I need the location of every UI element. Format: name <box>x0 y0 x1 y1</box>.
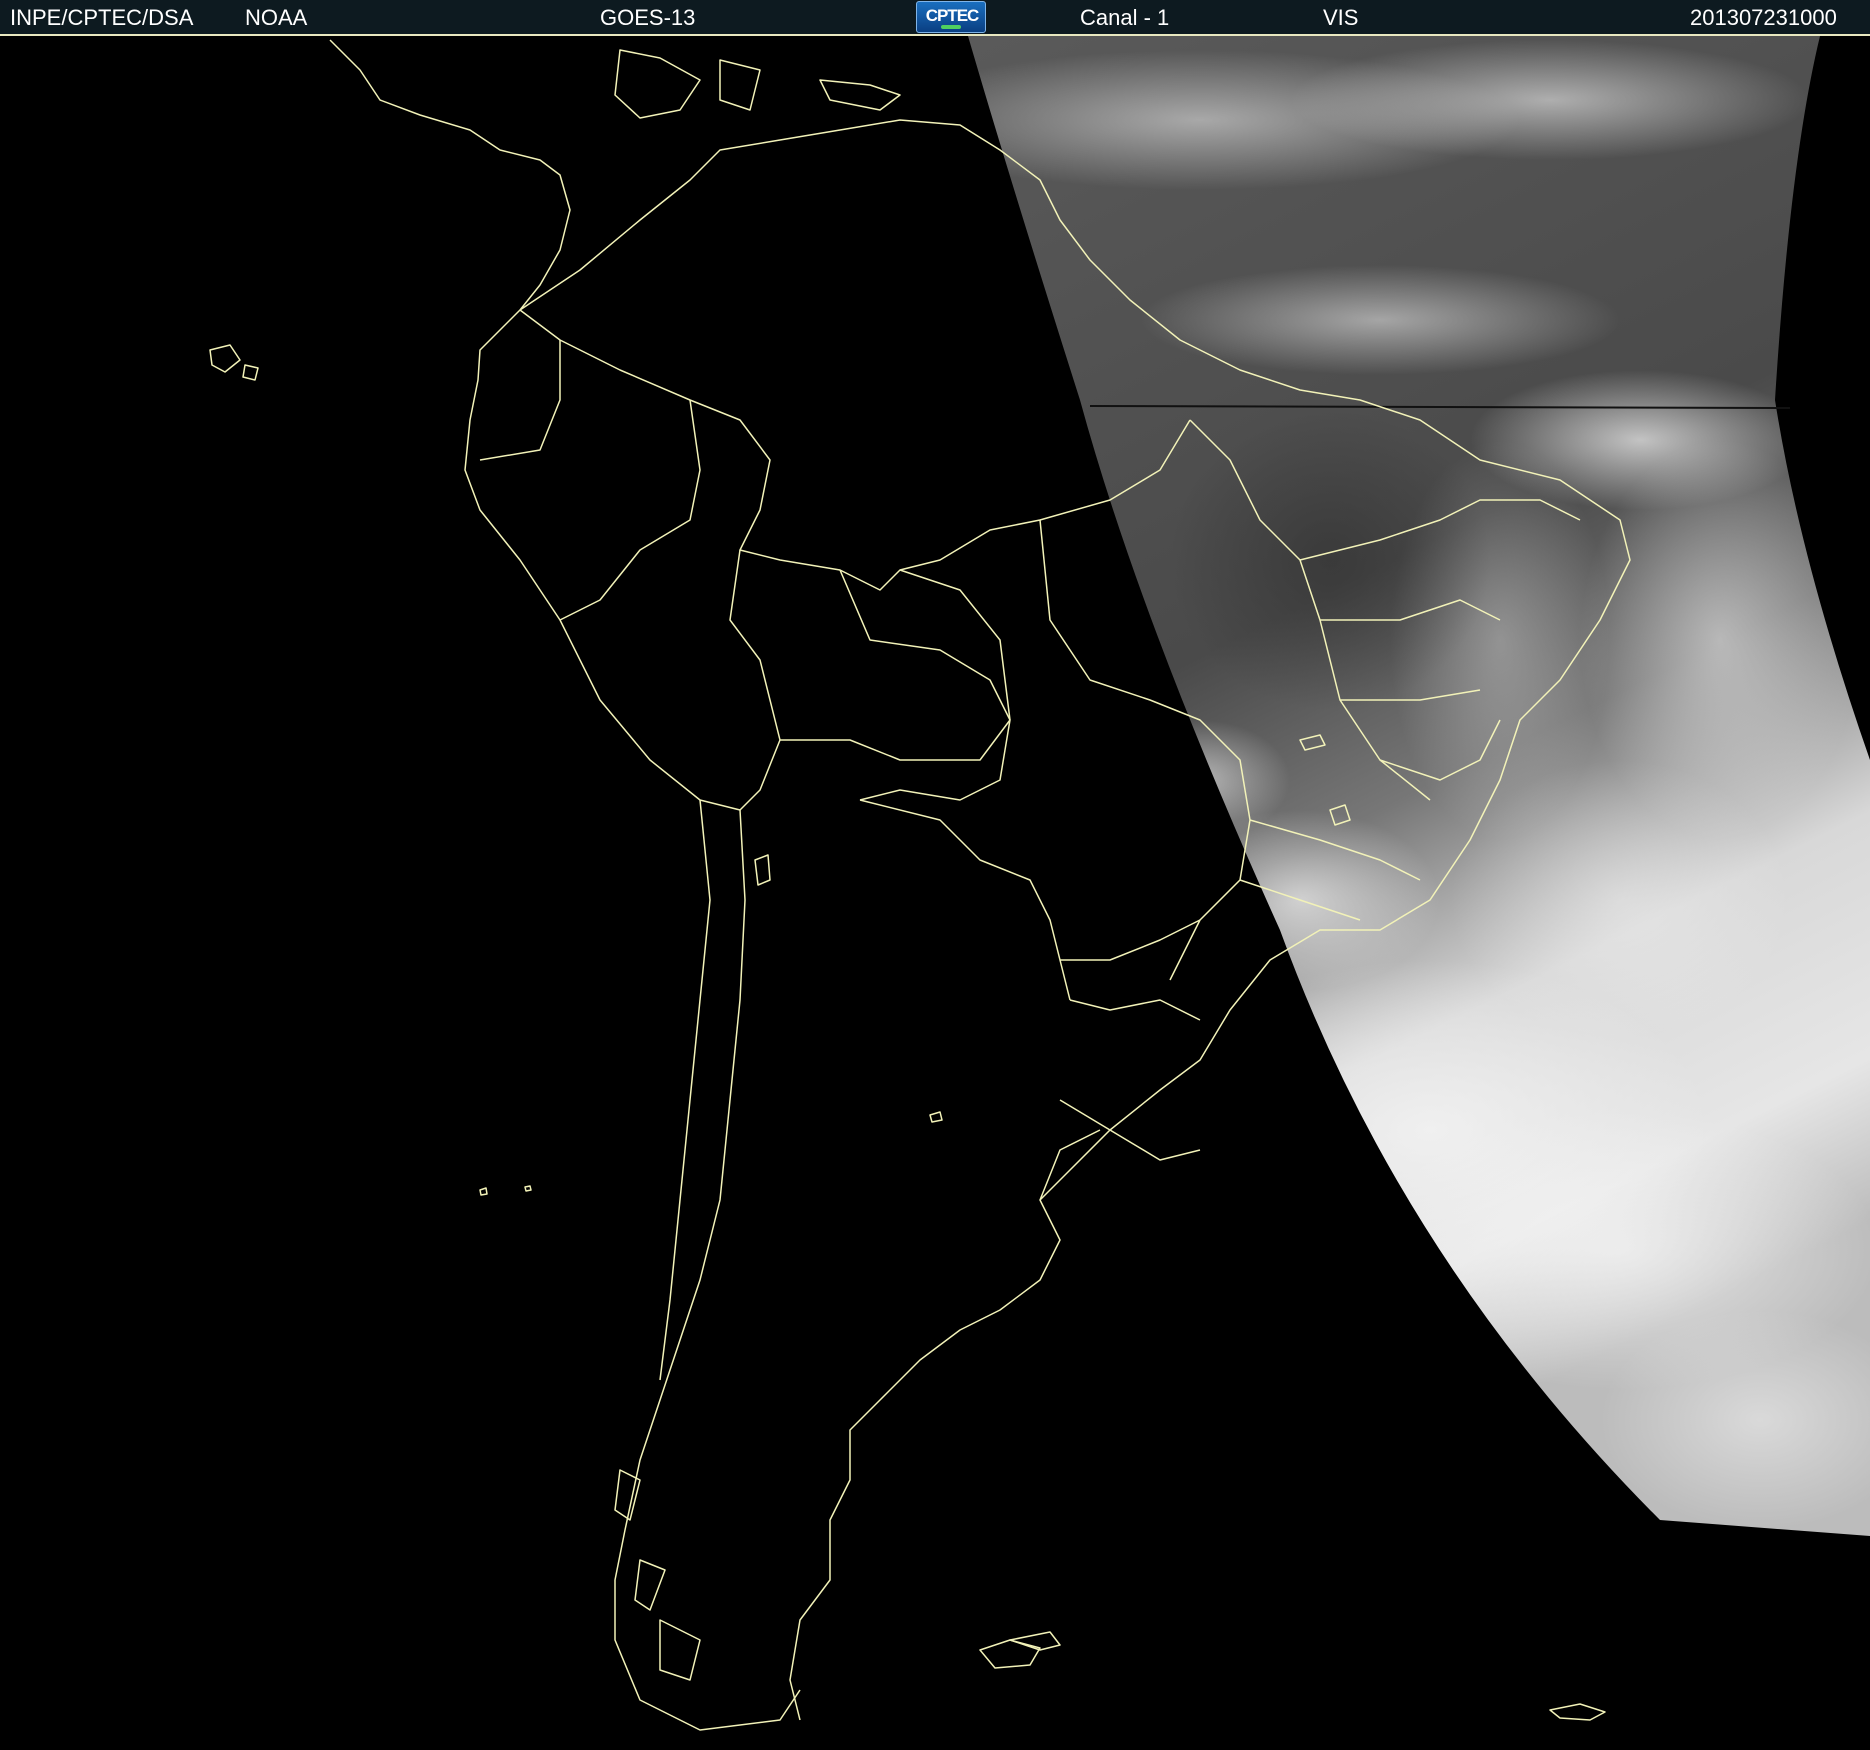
satellite-image-viewer: INPE/CPTEC/DSA NOAA GOES-13 CPTEC Canal … <box>0 0 1870 1750</box>
logo-text: CPTEC <box>925 6 980 25</box>
agency-label: INPE/CPTEC/DSA <box>10 5 194 30</box>
map-svg <box>209 36 1870 1731</box>
day-side-imagery <box>968 36 1870 1536</box>
satellite-label: GOES-13 <box>600 5 696 30</box>
image-header-bar: INPE/CPTEC/DSA NOAA GOES-13 CPTEC Canal … <box>0 0 1870 36</box>
cptec-logo-icon: CPTEC <box>916 1 986 33</box>
logo-accent <box>941 25 961 29</box>
band-label: VIS <box>1323 5 1359 30</box>
channel-label: Canal - 1 <box>1080 5 1170 30</box>
timestamp-label: 201307231000 <box>1690 5 1837 30</box>
source-label: NOAA <box>245 5 308 30</box>
satellite-map <box>0 36 1870 1750</box>
